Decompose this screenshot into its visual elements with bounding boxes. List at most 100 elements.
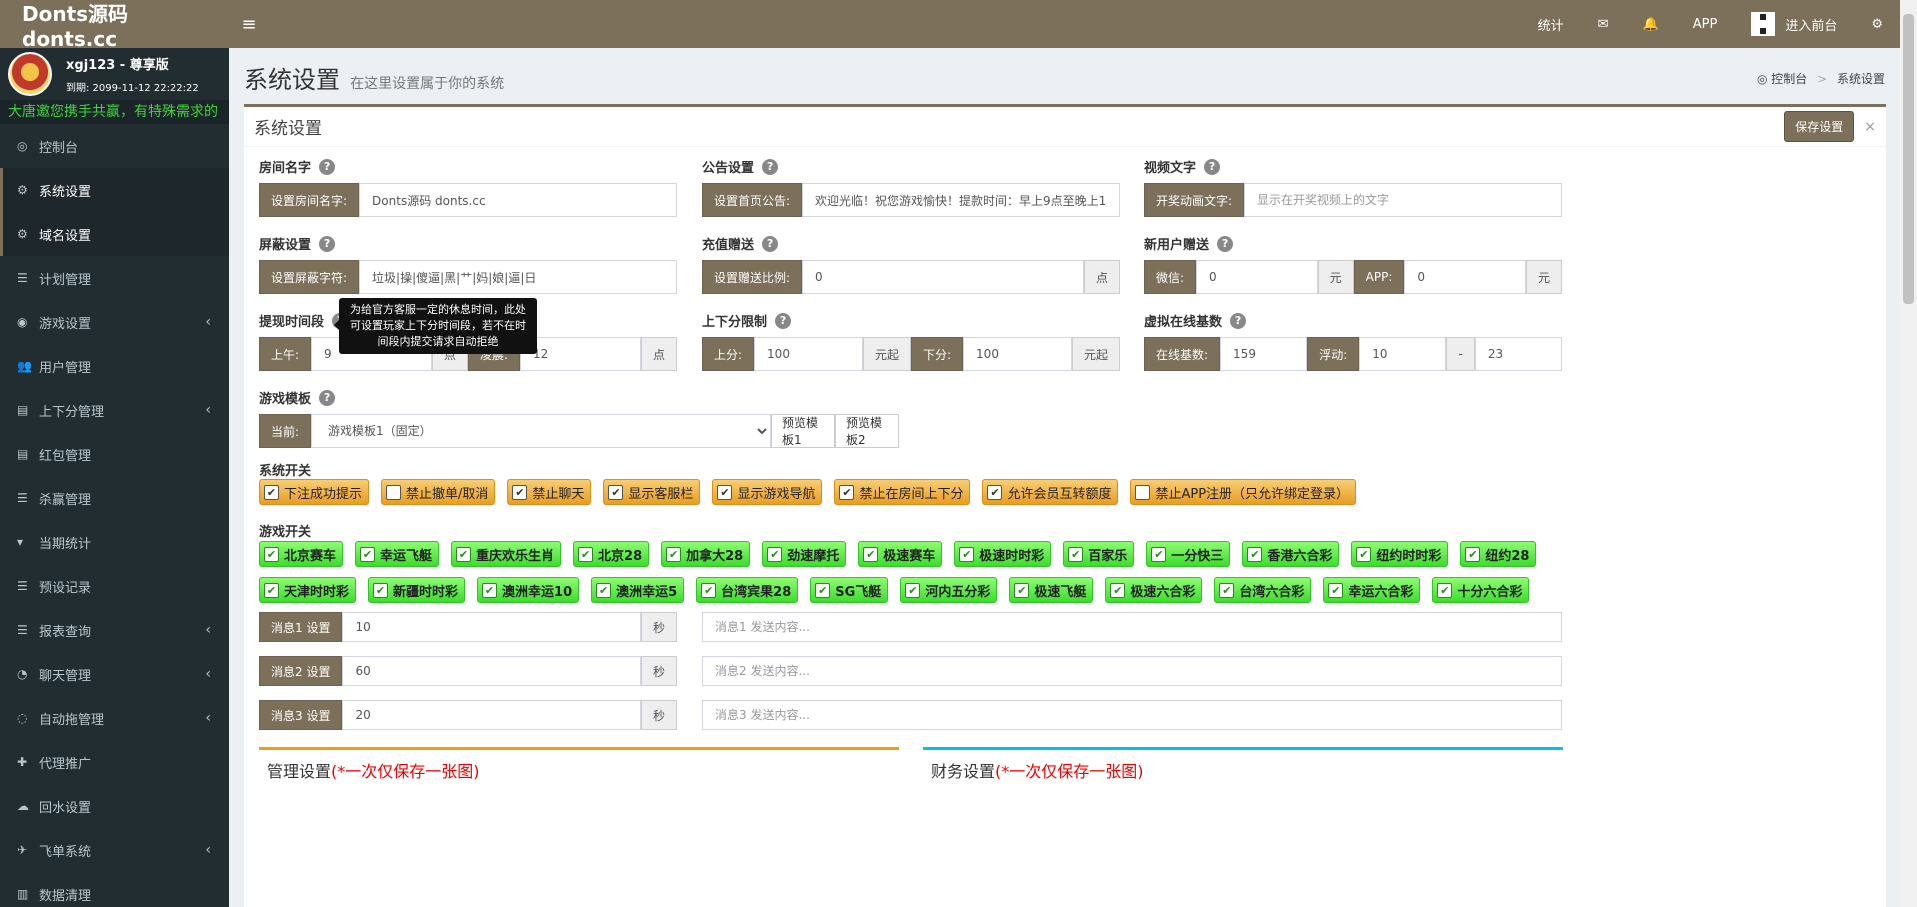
game-switch[interactable]: ✔ 天津时时彩 bbox=[259, 577, 357, 603]
checkbox[interactable] bbox=[1135, 484, 1151, 500]
question-icon[interactable]: ? bbox=[319, 235, 336, 252]
breadcrumb-home[interactable]: 控制台 bbox=[1771, 72, 1807, 86]
checkbox[interactable]: ✔ bbox=[1465, 546, 1481, 562]
game-switch[interactable]: ✔ 纽约时时彩 bbox=[1351, 541, 1449, 567]
online-base-input[interactable] bbox=[1220, 337, 1308, 371]
message-interval-input[interactable] bbox=[342, 700, 641, 730]
system-switch[interactable]: ✔ 禁止在房间上下分 bbox=[834, 479, 971, 505]
checkbox[interactable]: ✔ bbox=[512, 484, 528, 500]
sidebar-item[interactable]: ☰ 预设记录 bbox=[0, 564, 229, 608]
sidebar-item[interactable]: ⚙ 系统设置 bbox=[0, 168, 229, 212]
gears-icon[interactable]: ⚙ bbox=[1854, 0, 1900, 48]
checkbox[interactable]: ✔ bbox=[1014, 582, 1030, 598]
checkbox[interactable]: ✔ bbox=[987, 484, 1003, 500]
system-switch[interactable]: ✔ 允许会员互转额度 bbox=[982, 479, 1119, 505]
sidebar-item[interactable]: ⚙ 域名设置 bbox=[0, 212, 229, 256]
game-switch[interactable]: ✔ 十分六合彩 bbox=[1432, 577, 1530, 603]
game-switch[interactable]: ✔ 纽约28 bbox=[1460, 541, 1537, 567]
question-icon[interactable]: ? bbox=[1204, 158, 1221, 175]
checkbox[interactable]: ✔ bbox=[1110, 582, 1126, 598]
checkbox[interactable]: ✔ bbox=[717, 484, 733, 500]
game-switch[interactable]: ✔ 极速飞艇 bbox=[1009, 577, 1094, 603]
game-switch[interactable]: ✔ 北京28 bbox=[573, 541, 650, 567]
preview-template-2-button[interactable]: 预览模板2 bbox=[835, 414, 899, 448]
checkbox[interactable]: ✔ bbox=[666, 546, 682, 562]
sidebar-item[interactable]: ☁ 回水设置 bbox=[0, 784, 229, 828]
sidebar-item[interactable]: ◔ 聊天管理 ‹ bbox=[0, 652, 229, 696]
message-interval-input[interactable] bbox=[342, 612, 641, 642]
game-switch[interactable]: ✔ 幸运飞艇 bbox=[355, 541, 440, 567]
checkbox[interactable]: ✔ bbox=[264, 546, 279, 562]
message-content-input[interactable] bbox=[702, 656, 1562, 686]
checkbox[interactable]: ✔ bbox=[905, 582, 921, 598]
system-switch[interactable]: ✔ 显示游戏导航 bbox=[712, 479, 823, 505]
game-switch[interactable]: ✔ 河内五分彩 bbox=[900, 577, 998, 603]
room-name-input[interactable] bbox=[359, 183, 677, 217]
app-link[interactable]: APP bbox=[1676, 0, 1735, 48]
notice-input[interactable] bbox=[802, 183, 1120, 217]
question-icon[interactable]: ? bbox=[762, 235, 779, 252]
scrollbar-thumb[interactable] bbox=[1903, 14, 1914, 304]
game-switch[interactable]: ✔ 重庆欢乐生肖 bbox=[451, 541, 562, 567]
checkbox[interactable]: ✔ bbox=[959, 546, 975, 562]
sidebar-item[interactable]: ▤ 红包管理 bbox=[0, 432, 229, 476]
checkbox[interactable]: ✔ bbox=[1068, 546, 1084, 562]
game-switch[interactable]: ✔ 新疆时时彩 bbox=[368, 577, 466, 603]
sidebar-item[interactable]: ☰ 计划管理 bbox=[0, 256, 229, 300]
bell-icon[interactable]: 🔔 bbox=[1626, 0, 1676, 48]
sidebar-item[interactable]: ✈ 飞单系统 ‹ bbox=[0, 828, 229, 872]
game-switch[interactable]: ✔ 极速赛车 bbox=[858, 541, 943, 567]
checkbox[interactable]: ✔ bbox=[482, 582, 498, 598]
checkbox[interactable] bbox=[386, 484, 402, 500]
game-switch[interactable]: ✔ 加拿大28 bbox=[661, 541, 751, 567]
checkbox[interactable]: ✔ bbox=[815, 582, 831, 598]
checkbox[interactable]: ✔ bbox=[1151, 546, 1167, 562]
sidebar-item[interactable]: ☰ 杀赢管理 bbox=[0, 476, 229, 520]
sidebar-item[interactable]: ✚ 代理推广 bbox=[0, 740, 229, 784]
game-switch[interactable]: ✔ 台湾六合彩 bbox=[1214, 577, 1312, 603]
checkbox[interactable]: ✔ bbox=[264, 484, 279, 500]
sidebar-item[interactable]: ▾ 当期统计 bbox=[0, 520, 229, 564]
game-switch[interactable]: ✔ 台湾宾果28 bbox=[696, 577, 799, 603]
game-switch[interactable]: ✔ 北京赛车 bbox=[259, 541, 344, 567]
sidebar-item[interactable]: ▥ 数据清理 bbox=[0, 872, 229, 907]
sidebar-item[interactable]: ◉ 游戏设置 ‹ bbox=[0, 300, 229, 344]
message-content-input[interactable] bbox=[702, 700, 1562, 730]
question-icon[interactable]: ? bbox=[319, 158, 336, 175]
system-switch[interactable]: 禁止撤单/取消 bbox=[381, 479, 496, 505]
enter-frontend-link[interactable]: 进入前台 bbox=[1734, 0, 1854, 48]
checkbox[interactable]: ✔ bbox=[839, 484, 855, 500]
stats-link[interactable]: 统计 bbox=[1521, 0, 1581, 48]
game-switch[interactable]: ✔ 澳洲幸运5 bbox=[591, 577, 685, 603]
score-down-input[interactable] bbox=[963, 337, 1072, 371]
close-icon[interactable]: × bbox=[1864, 119, 1876, 135]
game-switch[interactable]: ✔ 幸运六合彩 bbox=[1323, 577, 1421, 603]
logo[interactable]: Donts源码 donts.cc bbox=[0, 0, 229, 51]
sidebar-item[interactable]: ▤ 上下分管理 ‹ bbox=[0, 388, 229, 432]
system-switch[interactable]: ✔ 禁止聊天 bbox=[507, 479, 592, 505]
night-input[interactable] bbox=[520, 337, 641, 371]
sidebar-item[interactable]: ◎ 控制台 bbox=[0, 124, 229, 168]
recharge-bonus-input[interactable] bbox=[802, 260, 1084, 294]
checkbox[interactable]: ✔ bbox=[596, 582, 612, 598]
question-icon[interactable]: ? bbox=[775, 312, 792, 329]
bars-icon[interactable]: ≡ bbox=[229, 14, 269, 35]
sidebar-item[interactable]: ☰ 报表查询 ‹ bbox=[0, 608, 229, 652]
message-interval-input[interactable] bbox=[342, 656, 641, 686]
online-float-input[interactable] bbox=[1359, 337, 1447, 371]
block-words-input[interactable] bbox=[359, 260, 677, 294]
game-switch[interactable]: ✔ 一分快三 bbox=[1146, 541, 1231, 567]
game-switch[interactable]: ✔ 极速时时彩 bbox=[954, 541, 1052, 567]
system-switch[interactable]: ✔ 显示客服栏 bbox=[603, 479, 701, 505]
checkbox[interactable]: ✔ bbox=[1328, 582, 1344, 598]
game-switch[interactable]: ✔ SG飞艇 bbox=[810, 577, 889, 603]
save-settings-button[interactable]: 保存设置 bbox=[1784, 111, 1855, 142]
game-switch[interactable]: ✔ 百家乐 bbox=[1063, 541, 1135, 567]
score-up-input[interactable] bbox=[754, 337, 863, 371]
wechat-bonus-input[interactable] bbox=[1196, 260, 1318, 294]
game-switch[interactable]: ✔ 极速六合彩 bbox=[1105, 577, 1203, 603]
checkbox[interactable]: ✔ bbox=[863, 546, 879, 562]
checkbox[interactable]: ✔ bbox=[1247, 546, 1263, 562]
video-text-input[interactable] bbox=[1244, 183, 1562, 217]
page-scrollbar[interactable] bbox=[1900, 0, 1917, 907]
